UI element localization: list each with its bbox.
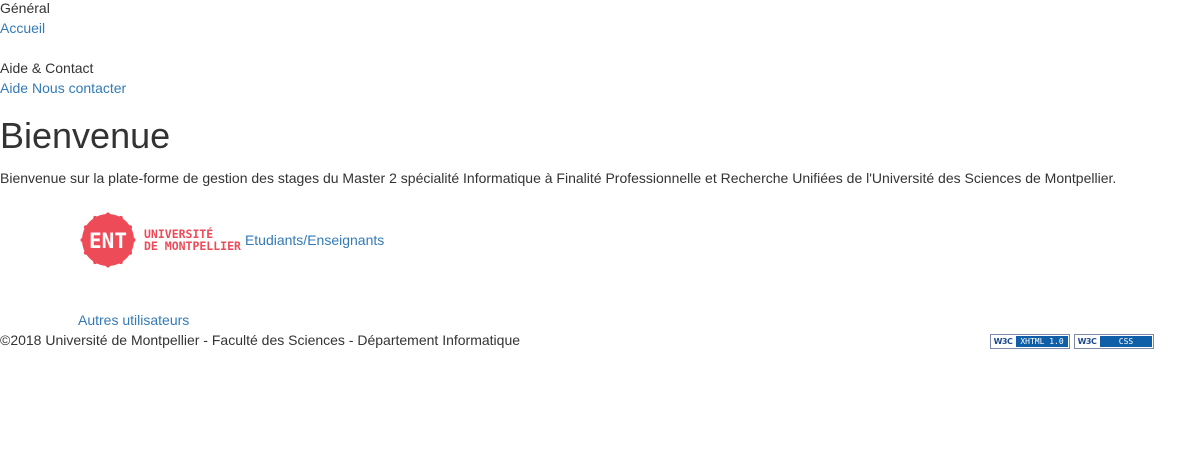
w3c-xhtml-label: XHTML 1.0 [1016, 336, 1068, 347]
ent-badge-icon: ENT [80, 212, 136, 268]
contact-link[interactable]: Nous contacter [32, 80, 126, 96]
intro-text: Bienvenue sur la plate-forme de gestion … [0, 170, 1117, 186]
home-link[interactable]: Accueil [0, 20, 45, 36]
ent-login-link[interactable]: Etudiants/Enseignants [245, 232, 384, 248]
ent-university-name: UNIVERSITÉ DE MONTPELLIER [144, 228, 241, 252]
footer-copyright: ©2018 Université de Montpellier - Facult… [0, 332, 521, 348]
nav-item-home: Accueil [0, 20, 45, 36]
nav-item-help-contact: Aide Nous contacter [0, 80, 126, 96]
w3c-xhtml-badge[interactable]: W3C XHTML 1.0 [990, 334, 1070, 349]
ent-logo[interactable]: ENT UNIVERSITÉ DE MONTPELLIER [80, 212, 241, 268]
w3c-logo-icon: W3C [1075, 335, 1099, 348]
ent-university-line2: DE MONTPELLIER [144, 239, 241, 253]
w3c-logo-icon: W3C [991, 335, 1015, 348]
nav-section-general-title: Général [0, 0, 50, 16]
help-link[interactable]: Aide [0, 80, 28, 96]
w3c-css-label: CSS [1100, 336, 1152, 347]
page-title: Bienvenue [0, 115, 171, 156]
w3c-badges: W3C XHTML 1.0 W3C CSS [990, 334, 1154, 349]
ent-badge-text: ENT [89, 229, 127, 253]
other-users-link[interactable]: Autres utilisateurs [78, 312, 189, 328]
w3c-css-badge[interactable]: W3C CSS [1074, 334, 1154, 349]
nav-section-help-title: Aide & Contact [0, 60, 94, 76]
ent-login-block: ENT UNIVERSITÉ DE MONTPELLIER Etudiants/… [80, 210, 384, 270]
